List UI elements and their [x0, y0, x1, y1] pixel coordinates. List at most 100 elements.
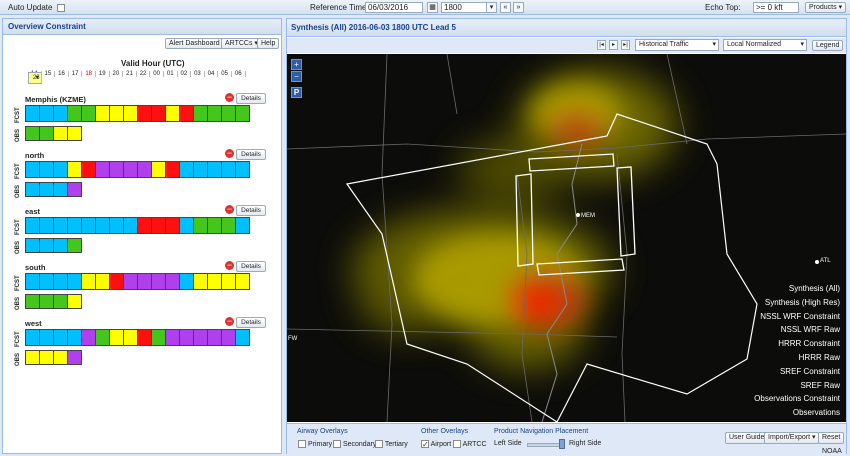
remove-icon[interactable]: − — [225, 149, 234, 158]
forecast-cell[interactable] — [193, 105, 208, 122]
forecast-cell[interactable] — [151, 273, 166, 290]
forecast-cell[interactable] — [221, 329, 236, 346]
forecast-cell[interactable] — [39, 329, 54, 346]
forecast-cell[interactable] — [235, 273, 250, 290]
forecast-cell[interactable] — [81, 217, 96, 234]
observation-cell[interactable] — [53, 182, 68, 197]
forecast-cell[interactable] — [95, 329, 110, 346]
observation-cell[interactable] — [25, 294, 40, 309]
date-field[interactable]: 06/03/2016 — [365, 2, 423, 13]
forecast-cell[interactable] — [179, 273, 194, 290]
forecast-cell[interactable] — [53, 329, 68, 346]
remove-icon[interactable]: − — [225, 261, 234, 270]
forecast-cell[interactable] — [235, 329, 250, 346]
forecast-cell[interactable] — [39, 273, 54, 290]
forecast-cell[interactable] — [151, 161, 166, 178]
details-button[interactable]: Details — [236, 205, 266, 216]
artcc-option[interactable]: ARTCC — [451, 440, 487, 448]
observation-cell[interactable] — [53, 238, 68, 253]
forecast-cell[interactable] — [67, 217, 82, 234]
observation-cell[interactable] — [25, 126, 40, 141]
import-export-button[interactable]: Import/Export ▾ — [764, 432, 820, 444]
legend-button[interactable]: Legend — [812, 40, 844, 51]
forecast-cell[interactable] — [95, 217, 110, 234]
forecast-cell[interactable] — [165, 329, 180, 346]
hour-cell[interactable]: 18 — [82, 71, 96, 77]
observation-cell[interactable] — [67, 350, 82, 365]
observation-cell[interactable] — [25, 238, 40, 253]
airport-option[interactable]: Airport — [419, 440, 451, 448]
product-item[interactable]: HRRR Constraint — [754, 337, 840, 351]
forecast-cell[interactable] — [165, 161, 180, 178]
chevron-down-icon[interactable]: ▾ — [486, 2, 497, 13]
observation-cell[interactable] — [25, 350, 40, 365]
forecast-cell[interactable] — [39, 105, 54, 122]
forecast-cell[interactable] — [25, 329, 40, 346]
forecast-cell[interactable] — [151, 217, 166, 234]
observation-cell[interactable] — [39, 238, 54, 253]
hour-cell[interactable]: 01 — [164, 71, 178, 77]
forecast-cell[interactable] — [151, 105, 166, 122]
echo-top-select[interactable]: >= 0 kft — [753, 2, 799, 13]
pan-icon[interactable]: P — [291, 87, 302, 98]
forecast-cell[interactable] — [165, 217, 180, 234]
observation-cell[interactable] — [53, 294, 68, 309]
forecast-cell[interactable] — [123, 217, 138, 234]
remove-icon[interactable]: − — [225, 205, 234, 214]
forecast-cell[interactable] — [193, 217, 208, 234]
tertiary-option[interactable]: Tertiary — [373, 440, 408, 448]
forecast-cell[interactable] — [67, 273, 82, 290]
remove-icon[interactable]: − — [225, 93, 234, 102]
forecast-cell[interactable] — [179, 105, 194, 122]
forecast-cell[interactable] — [221, 217, 236, 234]
next-time-icon[interactable]: » — [513, 2, 524, 13]
forecast-cell[interactable] — [109, 329, 124, 346]
forecast-cell[interactable] — [123, 105, 138, 122]
help-button[interactable]: Help — [257, 38, 280, 49]
forecast-cell[interactable] — [25, 217, 40, 234]
forecast-cell[interactable] — [137, 161, 152, 178]
primary-checkbox[interactable] — [298, 440, 306, 448]
observation-cell[interactable] — [53, 350, 68, 365]
forecast-cell[interactable] — [207, 161, 222, 178]
forecast-cell[interactable] — [39, 161, 54, 178]
observation-cell[interactable] — [39, 126, 54, 141]
forecast-cell[interactable] — [137, 217, 152, 234]
forecast-cell[interactable] — [67, 161, 82, 178]
forecast-cell[interactable] — [179, 161, 194, 178]
forecast-cell[interactable] — [235, 217, 250, 234]
hour-cell[interactable]: 15 — [42, 71, 56, 77]
play-icon[interactable]: ▸ — [609, 40, 618, 50]
product-item[interactable]: SREF Raw — [754, 379, 840, 393]
forecast-cell[interactable] — [123, 161, 138, 178]
hour-cell[interactable]: 16 — [55, 71, 69, 77]
hour-cell[interactable]: 21 — [123, 71, 137, 77]
forecast-cell[interactable] — [193, 161, 208, 178]
forecast-cell[interactable] — [137, 105, 152, 122]
forecast-cell[interactable] — [207, 329, 222, 346]
forecast-cell[interactable] — [193, 329, 208, 346]
observation-cell[interactable] — [39, 294, 54, 309]
last-frame-icon[interactable]: ▸| — [621, 40, 630, 50]
airport-checkbox[interactable] — [421, 440, 429, 448]
user-guide-button[interactable]: User Guide — [725, 432, 769, 444]
auto-update-checkbox[interactable] — [56, 3, 65, 12]
forecast-cell[interactable] — [235, 161, 250, 178]
airport-marker[interactable] — [576, 213, 580, 217]
tertiary-checkbox[interactable] — [375, 440, 383, 448]
hour-cell[interactable]: 05 — [218, 71, 232, 77]
hour-cell[interactable]: 22 — [137, 71, 151, 77]
forecast-cell[interactable] — [39, 217, 54, 234]
observation-cell[interactable] — [25, 182, 40, 197]
forecast-cell[interactable] — [81, 273, 96, 290]
product-item[interactable]: Synthesis (All) — [754, 282, 840, 296]
calendar-icon[interactable]: ▦ — [427, 2, 438, 13]
forecast-cell[interactable] — [25, 161, 40, 178]
details-button[interactable]: Details — [236, 261, 266, 272]
forecast-cell[interactable] — [109, 273, 124, 290]
normalize-select[interactable]: Local Normalized — [723, 39, 807, 51]
secondary-option[interactable]: Secondary — [331, 440, 376, 448]
first-frame-icon[interactable]: |◂ — [597, 40, 606, 50]
hour-cell[interactable]: 23 — [28, 72, 42, 84]
forecast-cell[interactable] — [165, 273, 180, 290]
